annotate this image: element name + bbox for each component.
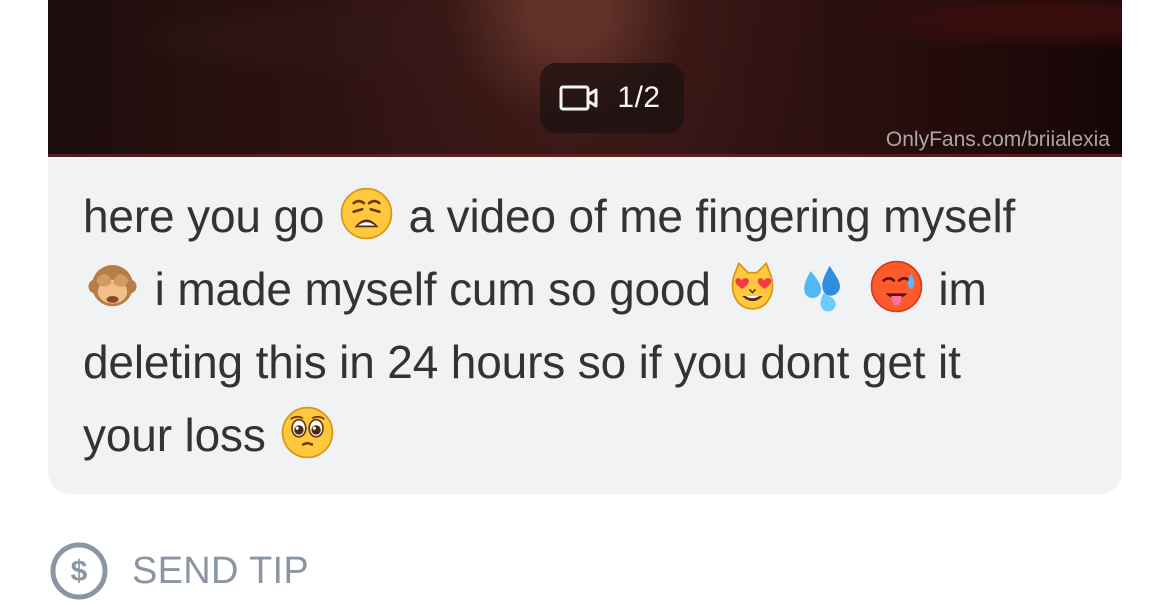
video-camera-icon [559,85,598,111]
media-count-badge[interactable]: 1/2 [540,63,684,133]
message-text-segment: a video of me fingering myself [408,190,1016,242]
hot-face-icon [869,259,924,314]
pleading-face-icon [280,405,335,460]
message-text: here you go a video of me fingering myse… [83,180,1073,472]
weary-face-icon [339,186,394,241]
message-line: your loss [83,399,1073,472]
message-text-segment: i made myself cum so good [154,263,711,315]
see-no-evil-monkey-icon [85,259,140,314]
message-line: i made myself cum so good im [83,253,1073,326]
media-count: 1/2 [617,81,661,114]
message-card: 1/2 OnlyFans.com/briialexia here you go [48,0,1122,494]
message-line: deleting this in 24 hours so if you dont… [83,336,961,388]
message-text-segment: your loss [83,409,266,461]
svg-text:$: $ [71,555,88,588]
heart-eyes-cat-icon [725,259,780,314]
chat-screen: 1/2 OnlyFans.com/briialexia here you go [0,0,1170,605]
message-text-segment: here you go [83,190,325,242]
send-tip-label: SEND TIP [132,549,309,592]
dollar-circle-icon: $ [50,542,108,600]
message-line: here you go a video of me fingering myse… [83,180,1073,253]
message-text-segment: im [938,263,987,315]
video-preview[interactable]: 1/2 OnlyFans.com/briialexia [48,0,1122,157]
media-watermark: OnlyFans.com/briialexia [885,128,1110,151]
sweat-droplets-icon [797,259,852,314]
send-tip-button[interactable]: $ SEND TIP [50,540,309,602]
